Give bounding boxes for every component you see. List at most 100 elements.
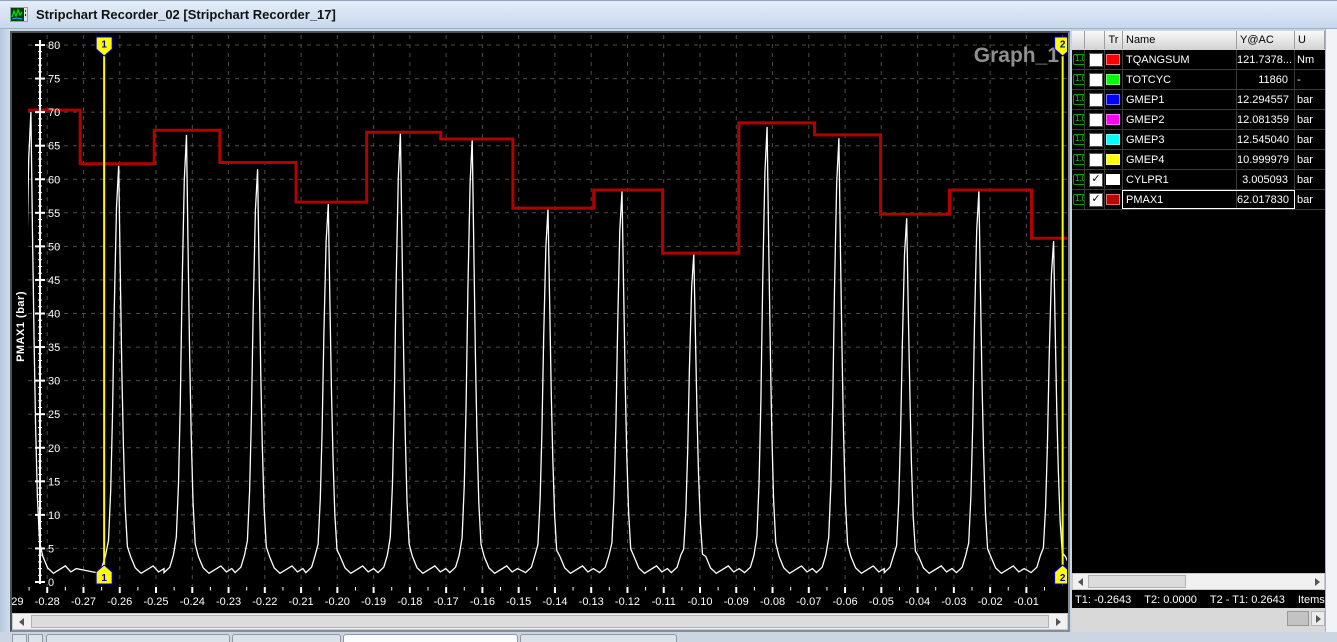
trace-color-swatch[interactable] — [1106, 154, 1120, 165]
graph-tab[interactable] — [232, 634, 341, 642]
x-tick-label: -0.29 — [12, 596, 23, 608]
header-Name[interactable]: Name — [1123, 31, 1237, 49]
cursor-2[interactable]: 22 — [1055, 37, 1067, 584]
header-col0[interactable] — [1072, 31, 1085, 49]
trace-checkbox[interactable]: ✓ — [1089, 193, 1103, 207]
x-tick-label: -0.01 — [1014, 596, 1039, 608]
scale-badge: 1.0 — [1073, 54, 1085, 65]
plot-grid — [28, 35, 1067, 586]
y-tick-label: 35 — [48, 342, 60, 354]
y-tick-label: 10 — [48, 510, 60, 522]
status-scroll-thumb[interactable] — [1287, 611, 1309, 626]
scale-badge: 1.0 — [1073, 114, 1085, 125]
y-tick-label: 75 — [48, 74, 60, 86]
chart-scroll-thumb[interactable] — [31, 615, 1049, 628]
channel-unit: Nm — [1297, 54, 1314, 66]
title-bar: Stripchart Recorder_02 [Stripchart Recor… — [0, 0, 1337, 29]
table-scroll-left-button[interactable] — [1073, 574, 1087, 589]
channel-name: TOTCYC — [1126, 74, 1171, 86]
channel-row-GMEP1[interactable]: 1.0GMEP112.294557bar — [1072, 90, 1325, 110]
y-tick-label: 0 — [48, 577, 54, 586]
t2-readout: T2: 0.0000 — [1144, 594, 1197, 606]
channel-name: PMAX1 — [1126, 194, 1163, 206]
status-scrollbar[interactable] — [1072, 608, 1325, 632]
channel-row-TOTCYC[interactable]: 1.0 TOTCYC 11860- — [1072, 70, 1325, 90]
scroll-left-button[interactable] — [13, 614, 30, 629]
t1-readout: T1: -0.2643 — [1075, 594, 1131, 606]
trace-checkbox[interactable] — [1089, 133, 1103, 147]
trace-color-swatch[interactable] — [1106, 54, 1120, 65]
trace-checkbox[interactable] — [1089, 153, 1103, 167]
items-recorded-label: Items Rec — [1298, 594, 1325, 606]
table-scroll-thumb[interactable] — [1088, 575, 1186, 588]
cursor-number: 2 — [1060, 40, 1066, 51]
trace-checkbox[interactable] — [1089, 93, 1103, 107]
scale-badge: 1.0 — [1073, 194, 1085, 205]
table-header: TrNameY@ACU — [1072, 31, 1325, 50]
x-tick-label: -0.11 — [652, 596, 676, 608]
channel-value: 11860 — [1237, 74, 1294, 86]
window-title: Stripchart Recorder_02 [Stripchart Recor… — [36, 7, 336, 22]
cursor-status-bar: T1: -0.2643 T2: 0.0000 T2 - T1: 0.2643 I… — [1072, 591, 1325, 608]
chart-horizontal-scrollbar[interactable] — [12, 613, 1068, 630]
x-tick-label: -0.17 — [434, 596, 459, 608]
channel-unit: - — [1297, 74, 1301, 86]
channel-row-PMAX1[interactable]: 1.0✓PMAX162.017830bar — [1072, 190, 1325, 210]
scale-badge: 1.0 — [1073, 74, 1085, 85]
channel-row-TQANGSUM[interactable]: 1.0TQANGSUM121.7378...Nm — [1072, 50, 1325, 70]
trace-checkbox[interactable] — [1089, 73, 1103, 87]
trace-color-swatch[interactable] — [1106, 94, 1120, 105]
channel-row-GMEP4[interactable]: 1.0GMEP410.999979bar — [1072, 150, 1325, 170]
channel-value: 12.294557 — [1237, 94, 1295, 106]
trace-color-swatch[interactable] — [1106, 174, 1120, 185]
header-U[interactable]: U — [1295, 31, 1325, 49]
table-scroll-right-button[interactable] — [1310, 574, 1324, 589]
left-arrow-icon — [1078, 578, 1083, 586]
trace-checkbox[interactable]: ✓ — [1089, 173, 1103, 187]
header-Y@AC[interactable]: Y@AC — [1237, 31, 1295, 49]
right-arrow-icon — [1316, 615, 1321, 623]
scroll-right-button[interactable] — [1050, 614, 1067, 629]
x-tick-label: -0.15 — [506, 596, 531, 608]
tab-nav-button[interactable] — [28, 634, 43, 642]
y-tick-label: 45 — [48, 275, 60, 287]
channel-value: 62.017830 — [1237, 194, 1295, 206]
trace-checkbox[interactable] — [1089, 113, 1103, 127]
graph-title: Graph_1 — [974, 44, 1060, 67]
window-left-edge — [0, 29, 10, 642]
x-tick-label: -0.21 — [289, 596, 314, 608]
header-col1[interactable] — [1085, 31, 1105, 49]
chart-panel: Graph_1051015202530354045505560657075801… — [10, 31, 1070, 632]
y-tick-label: 65 — [48, 141, 60, 153]
tab-nav-button[interactable] — [12, 634, 27, 642]
channel-row-CYLPR1[interactable]: 1.0✓CYLPR13.005093bar — [1072, 170, 1325, 190]
cylpr1-trace — [28, 112, 1067, 574]
graph-tab[interactable] — [520, 634, 677, 642]
channel-row-GMEP2[interactable]: 1.0GMEP212.081359bar — [1072, 110, 1325, 130]
trace-color-swatch[interactable] — [1106, 74, 1120, 85]
graph-tab-active[interactable] — [343, 634, 518, 642]
trace-color-swatch[interactable] — [1106, 194, 1120, 205]
y-tick-label: 55 — [48, 208, 60, 220]
x-tick-label: -0.24 — [180, 596, 205, 608]
channel-row-GMEP3[interactable]: 1.0GMEP312.545040bar — [1072, 130, 1325, 150]
table-horizontal-scrollbar[interactable] — [1072, 573, 1325, 590]
channel-name: GMEP1 — [1126, 94, 1165, 106]
trace-color-swatch[interactable] — [1106, 114, 1120, 125]
status-scroll-right-button[interactable] — [1311, 611, 1325, 626]
graph-tab[interactable] — [46, 634, 230, 642]
trace-checkbox[interactable] — [1089, 53, 1103, 67]
x-axis: -0.29-0.28-0.27-0.26-0.25-0.24-0.23-0.22… — [12, 586, 1068, 612]
channel-value: 12.081359 — [1237, 114, 1295, 126]
trace-color-swatch[interactable] — [1106, 134, 1120, 145]
header-Tr[interactable]: Tr — [1105, 31, 1123, 49]
y-tick-label: 20 — [48, 443, 60, 455]
table-rows: 1.0TQANGSUM121.7378...Nm1.0TOTCYC11860-1… — [1072, 50, 1325, 210]
cursor-number: 1 — [101, 573, 107, 584]
t2-minus-t1-readout: T2 - T1: 0.2643 — [1210, 594, 1285, 606]
channel-name: GMEP4 — [1126, 154, 1165, 166]
x-tick-label: -0.26 — [107, 596, 132, 608]
y-tick-label: 40 — [48, 309, 60, 321]
channel-name: GMEP3 — [1126, 134, 1165, 146]
plot-area[interactable]: Graph_1051015202530354045505560657075801… — [28, 35, 1067, 586]
